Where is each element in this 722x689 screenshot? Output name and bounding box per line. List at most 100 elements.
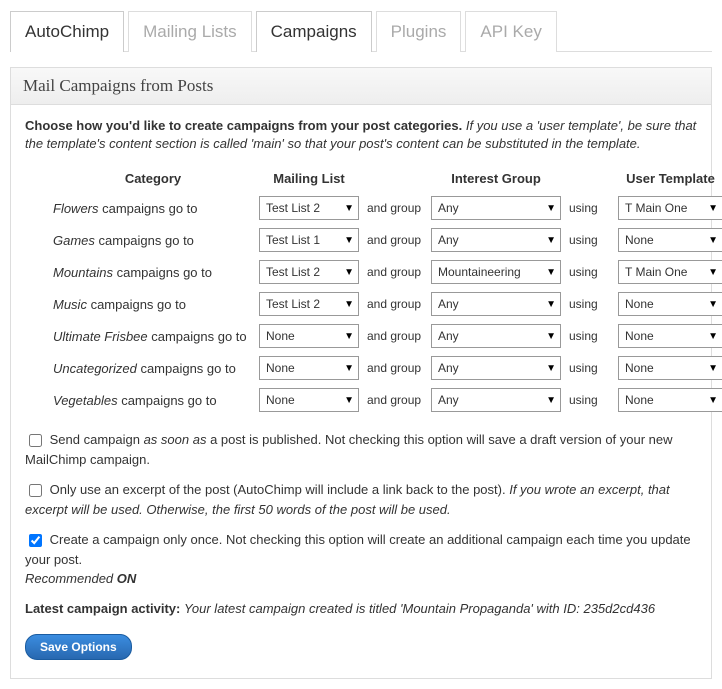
connector-using: using	[567, 361, 612, 375]
connector-using: using	[567, 329, 612, 343]
option-once-rec-label: Recommended	[25, 571, 117, 586]
connector-using: using	[567, 393, 612, 407]
mailing-list-select[interactable]: Test List 1 ▼	[259, 228, 359, 252]
category-label: Ultimate Frisbee campaigns go to	[53, 329, 253, 344]
checkbox-send-asap[interactable]	[29, 434, 42, 447]
mailing-list-select[interactable]: None ▼	[259, 388, 359, 412]
user-template-select-value: T Main One	[625, 265, 687, 279]
category-name: Mountains	[53, 265, 113, 280]
user-template-select[interactable]: None▼	[618, 356, 722, 380]
chevron-down-icon: ▼	[546, 267, 556, 278]
category-suffix: campaigns go to	[137, 361, 236, 376]
category-label: Flowers campaigns go to	[53, 201, 253, 216]
interest-group-select-value: Any	[438, 297, 459, 311]
category-label: Mountains campaigns go to	[53, 265, 253, 280]
interest-group-select[interactable]: Any▼	[431, 324, 561, 348]
category-label: Vegetables campaigns go to	[53, 393, 253, 408]
latest-activity: Latest campaign activity: Your latest ca…	[25, 601, 697, 616]
interest-group-select-value: Mountaineering	[438, 265, 521, 279]
header-category: Category	[53, 171, 253, 186]
tab-mailing-lists[interactable]: Mailing Lists	[128, 11, 252, 52]
user-template-select-value: None	[625, 393, 654, 407]
header-user-template: User Template	[618, 171, 722, 186]
mailing-list-select[interactable]: Test List 2▼	[259, 292, 359, 316]
option-once-pre: Create a campaign only once. Not checkin…	[25, 532, 691, 567]
connector-and-group: and group	[365, 393, 425, 407]
category-suffix: campaigns go to	[99, 201, 198, 216]
connector-using: using	[567, 201, 612, 215]
mailing-list-select-value: Test List 1	[266, 233, 320, 247]
mailing-list-select[interactable]: None▼	[259, 356, 359, 380]
chevron-down-icon: ▼	[708, 299, 718, 310]
tab-bar: AutoChimp Mailing Lists Campaigns Plugin…	[10, 10, 712, 52]
category-name: Vegetables	[53, 393, 118, 408]
interest-group-select[interactable]: Any▼	[431, 292, 561, 316]
table-row: Mountains campaigns go to Test List 2 ▼ and…	[53, 256, 697, 288]
tab-api-key[interactable]: API Key	[465, 11, 556, 52]
interest-group-select[interactable]: Any▼	[431, 388, 561, 412]
table-row: Flowers campaigns go to Test List 2▼ and g…	[53, 192, 697, 224]
save-button[interactable]: Save Options	[25, 634, 132, 660]
mailing-list-select-value: Test List 2	[266, 265, 320, 279]
interest-group-select-value: Any	[438, 361, 459, 375]
interest-group-select[interactable]: Mountaineering ▼	[431, 260, 561, 284]
table-row: Vegetables campaigns go to None ▼ and group…	[53, 384, 697, 416]
user-template-select-value: None	[625, 297, 654, 311]
mailing-list-select[interactable]: None▼	[259, 324, 359, 348]
connector-and-group: and group	[365, 361, 425, 375]
user-template-select[interactable]: None ▼	[618, 292, 722, 316]
checkbox-excerpt[interactable]	[29, 484, 42, 497]
tab-plugins[interactable]: Plugins	[376, 11, 462, 52]
connector-and-group: and group	[365, 201, 425, 215]
interest-group-select[interactable]: Any▼	[431, 228, 561, 252]
interest-group-select-value: Any	[438, 393, 459, 407]
tab-autochimp[interactable]: AutoChimp	[10, 11, 124, 52]
user-template-select[interactable]: None▼	[618, 388, 722, 412]
chevron-down-icon: ▼	[708, 331, 718, 342]
category-suffix: campaigns go to	[95, 233, 194, 248]
table-row: Ultimate Frisbee campaigns go toNone▼and…	[53, 320, 697, 352]
category-suffix: campaigns go to	[113, 265, 212, 280]
category-name: Music	[53, 297, 87, 312]
checkbox-once[interactable]	[29, 534, 42, 547]
table-row: Uncategorized campaigns go toNone▼and gr…	[53, 352, 697, 384]
mailing-list-select-value: None	[266, 329, 295, 343]
user-template-select[interactable]: T Main One▼	[618, 260, 722, 284]
category-name: Uncategorized	[53, 361, 137, 376]
user-template-select[interactable]: None ▼	[618, 228, 722, 252]
interest-group-select[interactable]: Any ▼	[431, 356, 561, 380]
category-label: Music campaigns go to	[53, 297, 253, 312]
user-template-select[interactable]: T Main One▼	[618, 196, 722, 220]
interest-group-select-value: Any	[438, 233, 459, 247]
chevron-down-icon: ▼	[344, 267, 354, 278]
category-suffix: campaigns go to	[148, 329, 247, 344]
chevron-down-icon: ▼	[546, 203, 556, 214]
option-send-asap-pre: Send campaign	[50, 432, 144, 447]
category-label: Games campaigns go to	[53, 233, 253, 248]
category-name: Games	[53, 233, 95, 248]
user-template-select-value: None	[625, 361, 654, 375]
option-send-asap-em: as soon as	[144, 432, 207, 447]
chevron-down-icon: ▼	[708, 235, 718, 246]
category-name: Ultimate Frisbee	[53, 329, 148, 344]
mailing-list-select[interactable]: Test List 2 ▼	[259, 260, 359, 284]
user-template-select-value: T Main One	[625, 201, 687, 215]
table-header-row: Category Mailing List Interest Group Use…	[53, 165, 697, 192]
mailing-list-select-value: None	[266, 393, 295, 407]
interest-group-select[interactable]: Any▼	[431, 196, 561, 220]
latest-activity-label: Latest campaign activity:	[25, 601, 184, 616]
table-row: Music campaigns go toTest List 2▼and gro…	[53, 288, 697, 320]
option-once: Create a campaign only once. Not checkin…	[25, 530, 697, 589]
connector-and-group: and group	[365, 265, 425, 279]
chevron-down-icon: ▼	[344, 203, 354, 214]
mailing-list-select[interactable]: Test List 2▼	[259, 196, 359, 220]
tab-campaigns[interactable]: Campaigns	[256, 11, 372, 52]
user-template-select[interactable]: None▼	[618, 324, 722, 348]
chevron-down-icon: ▼	[344, 235, 354, 246]
user-template-select-value: None	[625, 233, 654, 247]
chevron-down-icon: ▼	[344, 395, 354, 406]
option-once-rec-value: ON	[117, 571, 137, 586]
category-suffix: campaigns go to	[87, 297, 186, 312]
interest-group-select-value: Any	[438, 329, 459, 343]
chevron-down-icon: ▼	[546, 363, 556, 374]
